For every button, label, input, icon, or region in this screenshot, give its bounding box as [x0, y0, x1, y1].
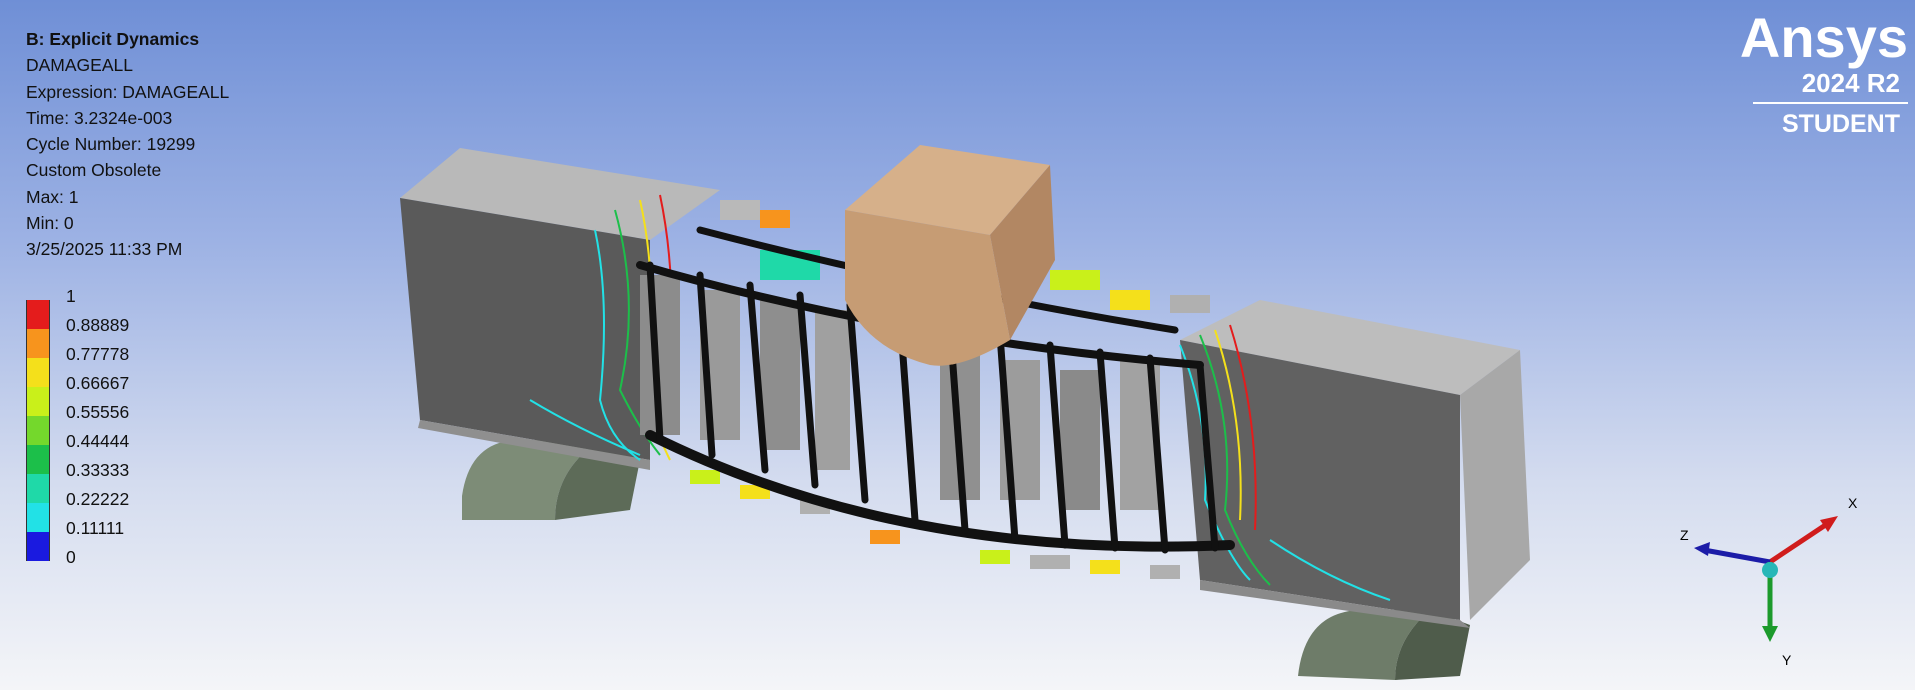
- legend-label: 0: [66, 547, 76, 567]
- max-label: Max: 1: [26, 186, 79, 207]
- legend-swatch: [26, 474, 50, 503]
- y-axis-head: [1762, 626, 1778, 642]
- legend-swatch: [26, 329, 50, 358]
- legend-label: 0.22222: [66, 489, 130, 509]
- edition-label: STUDENT: [1781, 110, 1900, 138]
- beam-model[interactable]: [0, 0, 1915, 690]
- legend-label: 0.33333: [66, 460, 130, 480]
- min-label: Min: 0: [26, 213, 74, 234]
- legend-label: 1: [66, 286, 76, 306]
- legend-swatch: [26, 300, 50, 329]
- z-axis-head: [1694, 542, 1710, 556]
- legend-label: 0.11111: [66, 518, 125, 538]
- brand-name: Ansys: [1739, 6, 1908, 69]
- legend-swatch: [26, 358, 50, 387]
- legend-label: 0.66667: [66, 373, 130, 393]
- x-axis-arrow: [1768, 519, 1832, 565]
- legend-label: 0.88889: [66, 315, 130, 335]
- logo-divider: [1753, 102, 1908, 104]
- result-info-panel: B: Explicit Dynamics DAMAGEALL Expressio…: [26, 26, 229, 263]
- legend-label: 0.77778: [66, 344, 130, 364]
- y-axis-label: Y: [1782, 652, 1792, 668]
- beam-right-block: [1180, 300, 1530, 628]
- timestamp-label: 3/25/2025 11:33 PM: [26, 239, 183, 260]
- legend-swatch: [26, 445, 50, 474]
- z-axis-label: Z: [1680, 527, 1689, 543]
- expression-label: Expression: DAMAGEALL: [26, 81, 230, 102]
- impactor: [845, 145, 1055, 366]
- z-axis-arrow: [1703, 547, 1771, 565]
- legend-label: 0.55556: [66, 402, 130, 422]
- time-label: Time: 3.2324e-003: [26, 107, 173, 128]
- legend-swatch: [26, 503, 50, 532]
- legend-label: 0.44444: [66, 431, 130, 451]
- cycle-number-label: Cycle Number: 19299: [26, 134, 196, 155]
- ansys-logo: Ansys 2024 R2 STUDENT: [1733, 8, 1908, 138]
- triad-origin: [1762, 562, 1778, 578]
- legend-swatch: [26, 416, 50, 445]
- analysis-title: B: Explicit Dynamics: [26, 29, 200, 49]
- axis-triad[interactable]: X Z Y: [1670, 490, 1870, 670]
- color-scheme-label: Custom Obsolete: [26, 160, 162, 181]
- result-name: DAMAGEALL: [26, 55, 133, 76]
- graphics-viewport[interactable]: B: Explicit Dynamics DAMAGEALL Expressio…: [0, 0, 1915, 690]
- legend-swatch-min: [26, 532, 50, 561]
- legend-swatch: [26, 387, 50, 416]
- x-axis-label: X: [1848, 495, 1858, 511]
- version-label: 2024 R2: [1801, 68, 1900, 98]
